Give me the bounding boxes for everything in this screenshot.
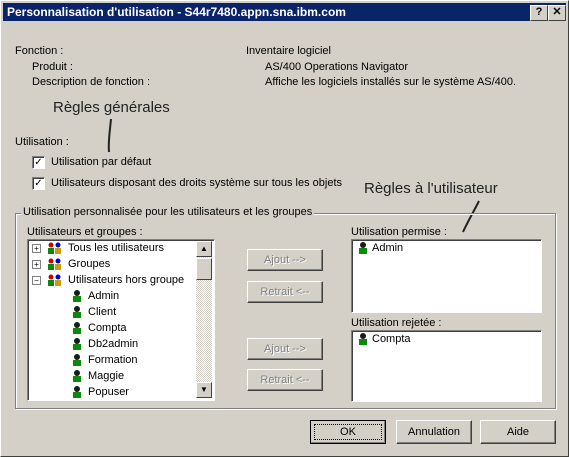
user-icon bbox=[73, 338, 81, 350]
tree-item-label: Admin bbox=[88, 290, 120, 302]
scroll-up-button[interactable]: ▲ bbox=[196, 241, 212, 257]
tree-item[interactable]: Admin bbox=[28, 288, 194, 304]
ajout-permise-button[interactable]: Ajout --> bbox=[247, 249, 323, 271]
group-label: Utilisation personnalisée pour les utili… bbox=[21, 206, 315, 218]
tree-item[interactable]: Db2admin bbox=[28, 336, 194, 352]
tree-item-label: Maggie bbox=[88, 370, 125, 382]
user-icon bbox=[73, 306, 81, 318]
annulation-button[interactable]: Annulation bbox=[396, 420, 472, 444]
user-icon bbox=[73, 290, 81, 302]
fonction-value: Inventaire logiciel bbox=[246, 45, 331, 57]
ajout-rejetee-button[interactable]: Ajout --> bbox=[247, 338, 323, 360]
produit-label: Produit : bbox=[32, 61, 73, 73]
user-icon bbox=[73, 386, 81, 398]
tree-item-label: Formation bbox=[88, 354, 138, 366]
fonction-label: Fonction : bbox=[15, 45, 64, 57]
tree-item[interactable]: + Groupes bbox=[28, 256, 194, 272]
aide-button[interactable]: Aide bbox=[480, 420, 556, 444]
tree-item[interactable]: Compta bbox=[28, 320, 194, 336]
user-icon bbox=[73, 322, 81, 334]
tree-item[interactable]: Client bbox=[28, 304, 194, 320]
tree-item-label: Utilisateurs hors groupe bbox=[68, 274, 185, 286]
permise-label: Utilisation permise : bbox=[351, 226, 447, 238]
users-groups-label: Utilisateurs et groupes : bbox=[27, 226, 143, 238]
retrait-permise-button[interactable]: Retrait <-- bbox=[247, 281, 323, 303]
description-value: Affiche les logiciels installés sur le s… bbox=[265, 76, 517, 88]
window-title: Personnalisation d'utilisation - S44r748… bbox=[7, 5, 346, 19]
rejetee-list[interactable]: Compta bbox=[351, 330, 542, 402]
user-icon bbox=[359, 333, 367, 345]
annotation-arrow-generales bbox=[107, 118, 112, 153]
user-group-icon bbox=[48, 258, 61, 270]
permise-list[interactable]: Admin bbox=[351, 239, 542, 313]
checkbox-droits-systeme-label: Utilisateurs disposant des droits systèm… bbox=[51, 177, 343, 189]
expand-icon[interactable]: + bbox=[32, 260, 41, 269]
tree-item[interactable]: − Utilisateurs hors groupe bbox=[28, 272, 194, 288]
tree-item[interactable]: + Tous les utilisateurs bbox=[28, 240, 194, 256]
user-icon bbox=[73, 370, 81, 382]
tree-item-label: Db2admin bbox=[88, 338, 139, 350]
description-label: Description de fonction : bbox=[32, 76, 151, 88]
tree-item-label: Tous les utilisateurs bbox=[68, 242, 164, 254]
collapse-icon[interactable]: − bbox=[32, 276, 41, 285]
tree-item[interactable]: Popuser bbox=[28, 384, 194, 400]
title-bar: Personnalisation d'utilisation - S44r748… bbox=[3, 3, 566, 21]
tree-item-label: Client bbox=[88, 306, 117, 318]
users-groups-tree[interactable]: + Tous les utilisateurs + Groupes − Utilisate… bbox=[27, 239, 215, 401]
user-group-icon bbox=[48, 242, 61, 254]
annotation-regles-utilisateur: Règles à l'utilisateur bbox=[364, 180, 498, 197]
scroll-thumb[interactable] bbox=[196, 258, 212, 280]
user-icon bbox=[73, 354, 81, 366]
tree-item-label: Compta bbox=[88, 322, 127, 334]
help-button[interactable]: ? bbox=[530, 5, 548, 21]
annotation-regles-generales: Règles générales bbox=[53, 99, 170, 116]
tree-item-label: Groupes bbox=[68, 258, 111, 270]
checkbox-utilisation-defaut[interactable]: ✓ bbox=[32, 156, 45, 169]
tree-item[interactable]: Maggie bbox=[28, 368, 194, 384]
produit-value: AS/400 Operations Navigator bbox=[265, 61, 409, 73]
close-button[interactable]: ✕ bbox=[548, 5, 566, 21]
tree-item[interactable]: Formation bbox=[28, 352, 194, 368]
utilisation-label: Utilisation : bbox=[15, 136, 69, 148]
expand-icon[interactable]: + bbox=[32, 244, 41, 253]
user-icon bbox=[359, 242, 367, 254]
checkbox-droits-systeme[interactable]: ✓ bbox=[32, 177, 45, 190]
ok-button[interactable]: OK bbox=[310, 420, 386, 444]
rejetee-label: Utilisation rejetée : bbox=[351, 317, 442, 329]
user-group-icon bbox=[48, 274, 61, 286]
scroll-down-button[interactable]: ▼ bbox=[196, 382, 212, 398]
retrait-rejetee-button[interactable]: Retrait <-- bbox=[247, 369, 323, 391]
dialog-window: Personnalisation d'utilisation - S44r748… bbox=[0, 0, 569, 457]
checkbox-utilisation-defaut-label: Utilisation par défaut bbox=[51, 156, 152, 168]
tree-item-label: Popuser bbox=[88, 386, 129, 398]
